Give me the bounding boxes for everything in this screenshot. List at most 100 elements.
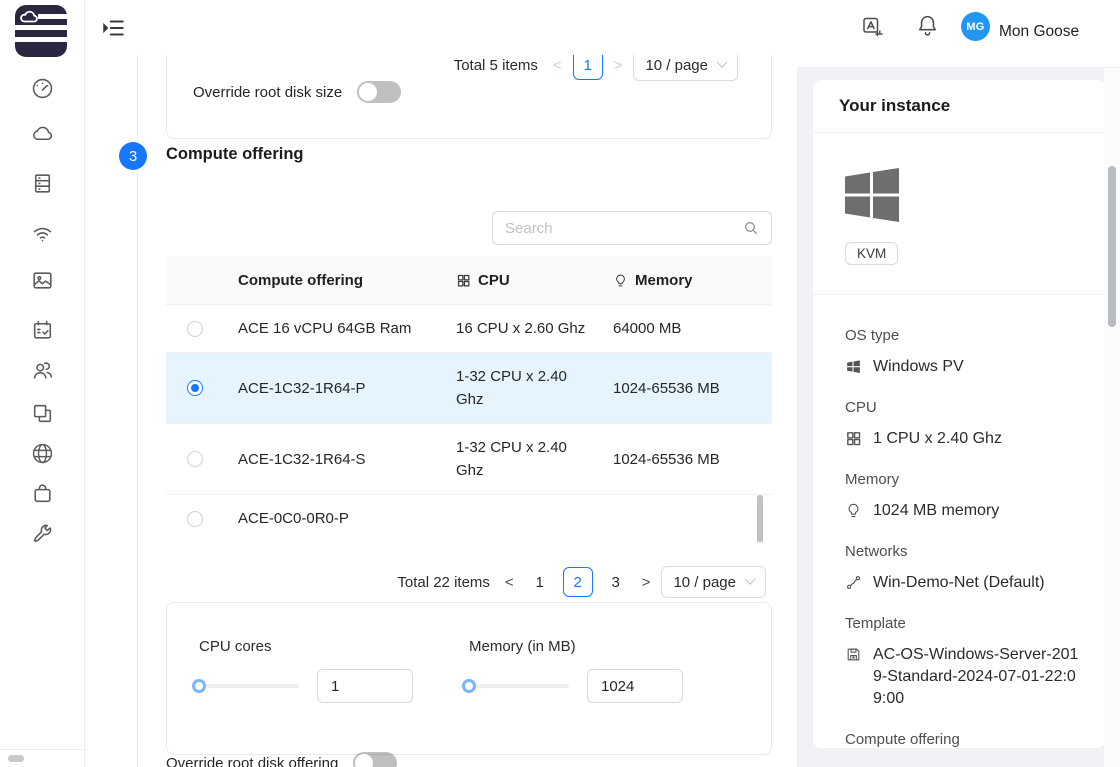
cpu-cores-label: CPU cores — [199, 638, 272, 655]
sidebar-scrollbar-thumb[interactable] — [8, 755, 24, 762]
next-page-button[interactable]: > — [639, 574, 654, 591]
override-root-disk-size-toggle[interactable] — [357, 81, 401, 103]
user-name[interactable]: Mon Goose — [999, 23, 1079, 41]
domains-icon — [30, 401, 55, 426]
offering-radio[interactable] — [187, 511, 203, 527]
table-scrollbar-thumb[interactable] — [757, 495, 763, 542]
section-value: 1024 MB memory — [845, 500, 1081, 522]
search-input[interactable] — [505, 220, 743, 237]
page-size-select[interactable]: 10 / page — [633, 55, 738, 81]
cpu-cores-slider[interactable] — [199, 684, 299, 688]
section-value: Win-Demo-Net (Default) — [845, 572, 1081, 594]
page-scrollbar-thumb[interactable] — [1108, 166, 1116, 327]
cpu-slider-handle[interactable] — [192, 679, 206, 693]
offering-memory — [601, 507, 772, 531]
sidebar-item-events[interactable] — [30, 318, 56, 344]
events-icon — [30, 318, 55, 343]
memory-input[interactable] — [587, 669, 683, 703]
panel-title: Your instance — [813, 80, 1105, 116]
custom-compute-card: CPU cores Memory (in MB) — [166, 602, 772, 755]
bulb-icon — [613, 273, 628, 288]
page-scrollbar-track[interactable] — [1104, 68, 1120, 767]
sidebar-item-infrastructure[interactable] — [30, 441, 56, 467]
offering-cpu: 1-32 CPU x 2.40 Ghz — [444, 353, 601, 423]
page-size-select[interactable]: 10 / page — [661, 566, 766, 598]
user-avatar[interactable]: MG — [961, 12, 990, 41]
template-card: Total 5 items < 1 > 10 / page Override r… — [166, 55, 772, 139]
offering-cpu: 1-32 CPU x 2.40 Ghz — [444, 424, 601, 494]
prev-page-button[interactable]: < — [502, 574, 517, 591]
windows-logo — [845, 168, 899, 222]
template-pagination: Total 5 items < 1 > 10 / page — [454, 55, 738, 81]
section-value: AC-OS-Windows-Server-2019-Standard-2024-… — [845, 644, 1081, 710]
override-root-disk-offering-label: Override root disk offering — [166, 755, 338, 767]
column-header-memory: Memory — [601, 269, 772, 292]
cpu-icon — [845, 430, 862, 447]
sidebar-item-users[interactable] — [30, 358, 56, 384]
section-label: OS type — [845, 327, 1081, 344]
section-value: 1 CPU x 2.40 Ghz — [845, 428, 1081, 450]
summary-section: Memory1024 MB memory — [845, 471, 1081, 522]
sidebar-item-dashboard[interactable] — [30, 76, 56, 102]
sidebar-item-tools[interactable] — [30, 521, 56, 547]
summary-section: OS type Windows PV — [845, 327, 1081, 378]
offering-cpu — [444, 507, 601, 531]
offering-name: ACE-1C32-1R64-S — [226, 436, 444, 483]
sidebar-item-offerings[interactable] — [30, 481, 56, 507]
prev-page-button[interactable]: < — [550, 57, 565, 74]
page-button-3[interactable]: 3 — [601, 567, 631, 597]
save-icon — [845, 646, 862, 663]
page-button-2[interactable]: 2 — [563, 567, 593, 597]
dashboard-icon — [30, 76, 55, 101]
step-title: Compute offering — [166, 145, 304, 164]
cpu-cores-input[interactable] — [317, 669, 413, 703]
sidebar-item-images[interactable] — [30, 268, 56, 294]
memory-label: Memory (in MB) — [469, 638, 576, 655]
images-icon — [30, 268, 55, 293]
step-number-badge: 3 — [119, 142, 147, 170]
memory-slider[interactable] — [469, 684, 569, 688]
page-button-1[interactable]: 1 — [525, 567, 555, 597]
offering-name: ACE-0C0-0R0-P — [226, 495, 444, 542]
override-root-disk-offering-toggle[interactable] — [353, 752, 397, 767]
section-value: Windows PV — [845, 356, 1081, 378]
translate-icon[interactable] — [861, 15, 885, 39]
column-header-compute-offering: Compute offering — [226, 257, 444, 304]
offering-row[interactable]: ACE-1C32-1R64-S1-32 CPU x 2.40 Ghz1024-6… — [166, 424, 772, 495]
offering-row[interactable]: ACE-1C32-1R64-P1-32 CPU x 2.40 Ghz1024-6… — [166, 353, 772, 424]
offering-memory: 64000 MB — [601, 305, 772, 352]
offerings-icon — [30, 481, 55, 506]
page-button[interactable]: 1 — [573, 55, 603, 80]
offering-row[interactable]: ACE-0C0-0R0-P — [166, 495, 772, 542]
header-right: MG Mon Goose — [797, 0, 1120, 68]
offering-memory: 1024-65536 MB — [601, 365, 772, 412]
offering-radio[interactable] — [187, 380, 203, 396]
sidebar-item-storage[interactable] — [30, 171, 56, 197]
memory-slider-handle[interactable] — [462, 679, 476, 693]
section-label: Compute offering — [845, 731, 1081, 748]
section-label: Networks — [845, 543, 1081, 560]
divider — [813, 294, 1105, 295]
bulb-icon — [845, 502, 862, 519]
infrastructure-icon — [30, 441, 55, 466]
search-icon[interactable] — [743, 220, 759, 236]
offering-radio[interactable] — [187, 321, 203, 337]
sidebar-item-network[interactable] — [30, 221, 56, 247]
your-instance-card: Your instance KVM OS typeWindows PVCPU1 … — [813, 80, 1105, 748]
next-page-button[interactable]: > — [611, 57, 626, 74]
sidebar-item-domains[interactable] — [30, 401, 56, 427]
offering-name: ACE-1C32-1R64-P — [226, 365, 444, 412]
compute-offering-search — [492, 211, 772, 245]
section-label: Template — [845, 615, 1081, 632]
menu-unfold-icon[interactable] — [100, 15, 126, 41]
notification-bell-icon[interactable] — [915, 13, 940, 38]
tools-icon — [30, 521, 55, 546]
link-icon — [845, 574, 862, 591]
offering-row[interactable]: ACE 16 vCPU 64GB Ram16 CPU x 2.60 Ghz640… — [166, 305, 772, 353]
column-header-cpu: CPU — [444, 269, 601, 292]
users-icon — [30, 358, 55, 383]
cloudstack-logo[interactable] — [15, 5, 67, 57]
sidebar-item-compute[interactable] — [30, 121, 56, 147]
offering-radio[interactable] — [187, 451, 203, 467]
network-icon — [30, 221, 55, 246]
